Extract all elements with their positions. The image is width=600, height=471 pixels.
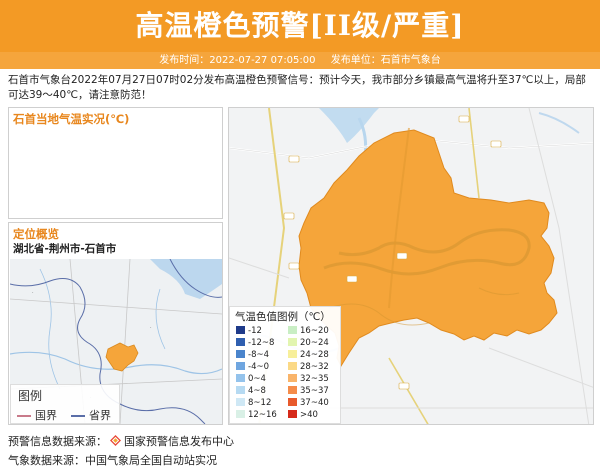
temp-legend-item: -4~0: [236, 362, 269, 372]
temp-color-swatch: [288, 398, 297, 406]
temp-legend-item: 0~4: [236, 374, 266, 384]
warning-center-logo-icon: [110, 435, 121, 446]
map-legend-title: 图例: [18, 389, 43, 403]
legend-item-province-border: 省界: [71, 407, 111, 423]
location-panel-title: 定位概览: [13, 227, 59, 241]
temp-color-swatch: [288, 326, 297, 334]
temp-legend-item: -12: [236, 326, 262, 336]
temp-legend-item: 28~32: [288, 362, 329, 372]
temp-legend-item: 24~28: [288, 350, 329, 360]
temp-color-swatch: [236, 374, 245, 382]
temp-legend-item: -8~4: [236, 350, 269, 360]
temp-color-swatch: [236, 410, 245, 418]
publish-time: 发布时间：2022-07-27 07:05:00: [159, 55, 316, 66]
warning-description: 石首市气象台2022年07月27日07时02分发布高温橙色预警信号：预计今天，我…: [8, 74, 586, 101]
temp-color-swatch: [288, 350, 297, 358]
temp-legend-item: 4~8: [236, 386, 266, 396]
warning-source: 预警信息数据来源： 国家预警信息发布中心: [8, 433, 234, 449]
warning-source-label: 预警信息数据来源：: [8, 435, 107, 448]
temp-legend-item: 16~20: [288, 326, 329, 336]
temp-legend-item: 35~37: [288, 386, 329, 396]
temp-legend-item: 12~16: [236, 410, 277, 420]
publisher: 发布单位：石首市气象台: [330, 55, 441, 66]
temp-color-swatch: [288, 410, 297, 418]
weather-source: 气象数据来源：中国气象局全国自动站实况: [8, 454, 217, 467]
publish-info-bar: 发布时间：2022-07-27 07:05:00 发布单位：石首市气象台: [0, 52, 600, 69]
temp-legend-item: >40: [288, 410, 318, 420]
temp-legend-item: 32~35: [288, 374, 329, 384]
temp-color-swatch: [236, 386, 245, 394]
national-border-line-icon: [17, 415, 31, 417]
temp-color-swatch: [288, 338, 297, 346]
warning-title: 高温橙色预警[II级/严重]: [135, 9, 465, 42]
temp-legend-item: -12~8: [236, 338, 274, 348]
temperature-panel: 石首当地气温实况(℃): [8, 107, 223, 219]
temperature-color-legend: 气温色值图例（℃） -12 -12~8 -8~4 -4~0 0~4 4~8 8~12 12~1…: [229, 306, 341, 424]
province-border-line-icon: [71, 415, 85, 417]
map-legend: 图例 国界 省界: [10, 384, 120, 424]
temp-color-swatch: [236, 350, 245, 358]
temp-legend-item: 37~40: [288, 398, 329, 408]
warning-source-name[interactable]: 国家预警信息发布中心: [124, 435, 234, 448]
temp-color-swatch: [288, 374, 297, 382]
warning-header: 高温橙色预警[II级/严重]: [0, 0, 600, 52]
temp-legend-item: 8~12: [236, 398, 271, 408]
temp-color-swatch: [288, 362, 297, 370]
temperature-legend-title: 气温色值图例（℃）: [235, 311, 331, 323]
legend-item-national-border: 国界: [17, 407, 57, 423]
temp-color-swatch: [236, 398, 245, 406]
temp-color-swatch: [236, 326, 245, 334]
temp-legend-item: 20~24: [288, 338, 329, 348]
temp-color-swatch: [288, 386, 297, 394]
temp-color-swatch: [236, 338, 245, 346]
temperature-panel-title: 石首当地气温实况(℃): [13, 112, 130, 126]
temp-color-swatch: [236, 362, 245, 370]
location-path: 湖北省-荆州市-石首市: [13, 243, 117, 255]
